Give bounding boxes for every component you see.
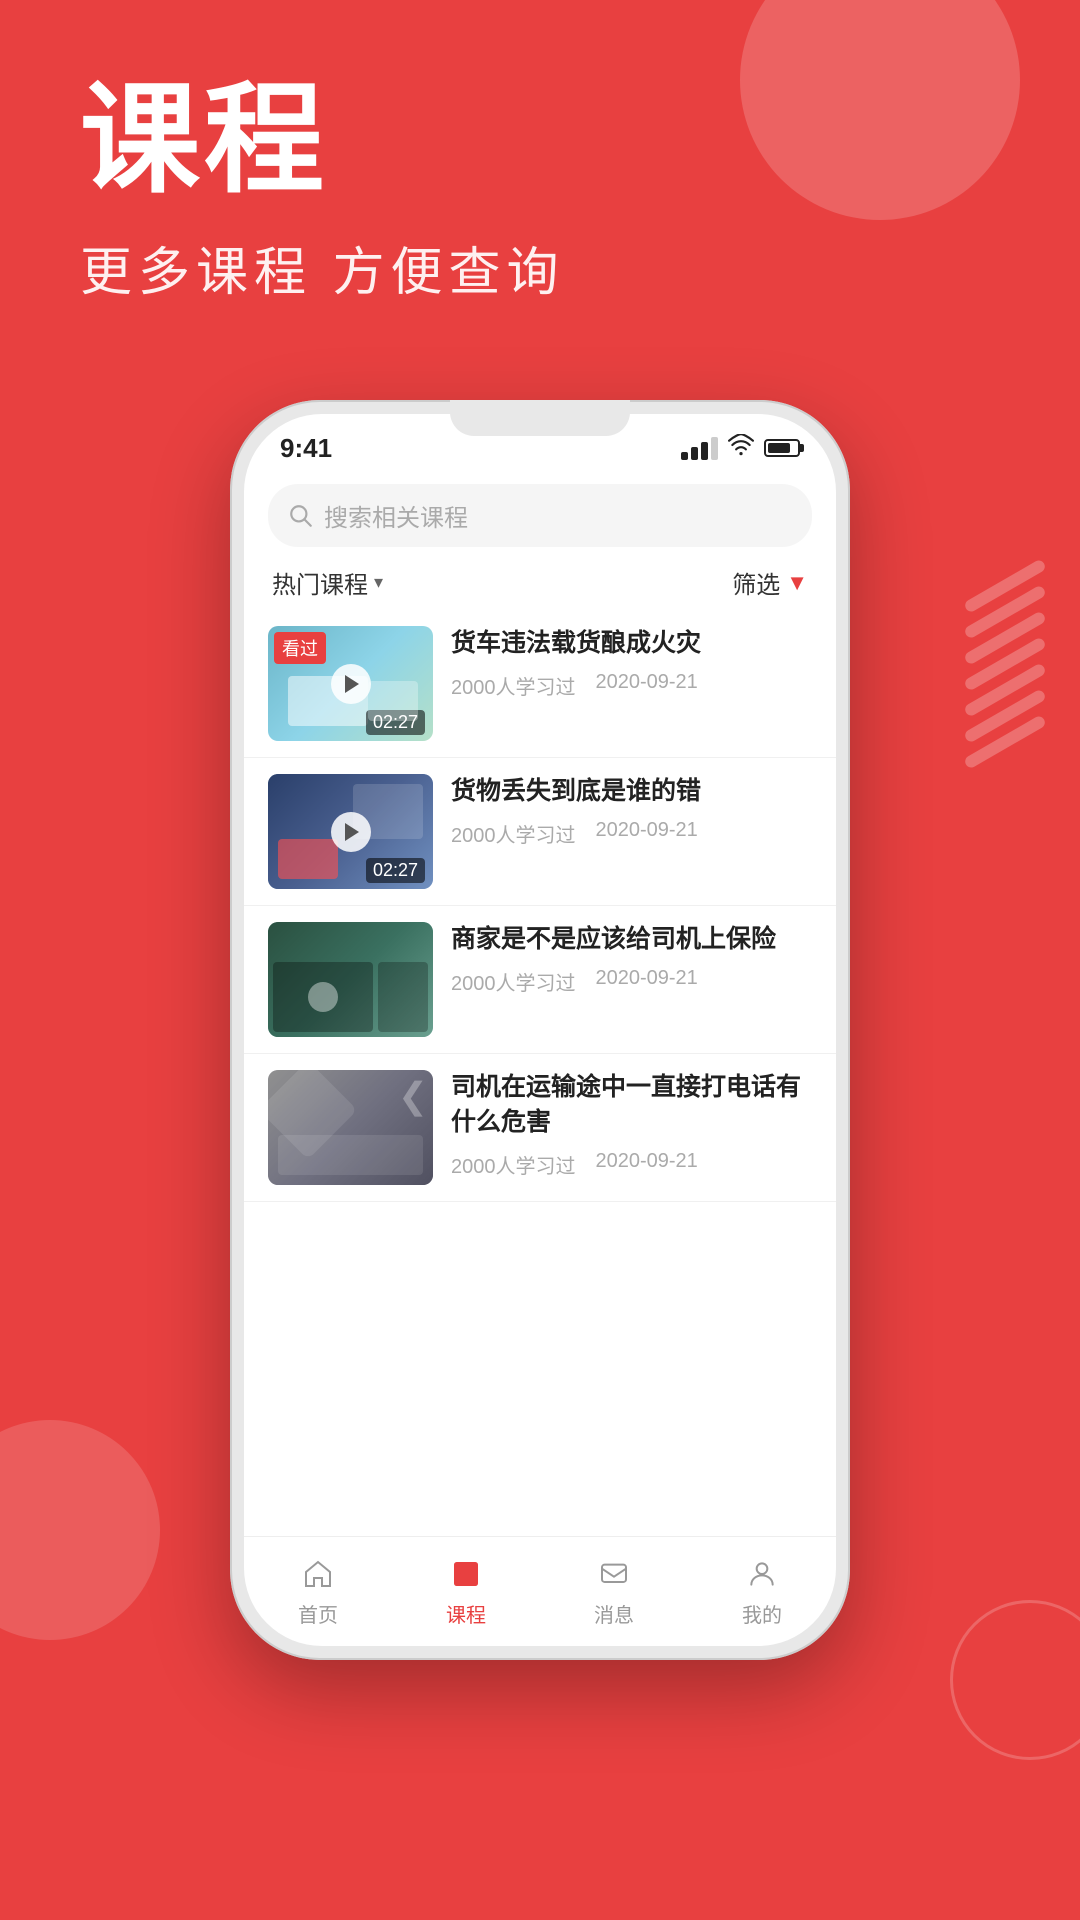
- course-meta-1: 2000人学习过 2020-09-21: [451, 671, 812, 700]
- status-time: 9:41: [280, 433, 332, 464]
- nav-item-message[interactable]: 消息: [540, 1555, 688, 1628]
- bg-circle-top-right: [740, 0, 1020, 220]
- course-meta-4: 2000人学习过 2020-09-21: [451, 1150, 812, 1179]
- course-title-2: 货物丢失到底是谁的错: [451, 774, 812, 809]
- duration-badge-1: 02:27: [366, 710, 425, 735]
- course-meta-3: 2000人学习过 2020-09-21: [451, 967, 812, 996]
- course-title-3: 商家是不是应该给司机上保险: [451, 922, 812, 957]
- nav-item-mine[interactable]: 我的: [688, 1555, 836, 1628]
- page-title: 课程: [80, 80, 564, 200]
- phone-notch: [450, 400, 630, 436]
- nav-label-home: 首页: [298, 1599, 338, 1628]
- course-item-1[interactable]: 看过 02:27 货车违法载货酿成火灾 2000人学习过 2020-09-21: [244, 610, 836, 758]
- search-placeholder: 搜索相关课程: [324, 498, 468, 533]
- learner-count-1: 2000人学习过: [451, 671, 576, 700]
- course-thumbnail-3: [268, 922, 433, 1037]
- filter-label: 筛选: [732, 565, 780, 600]
- nav-item-course[interactable]: 课程: [392, 1555, 540, 1628]
- nav-label-course: 课程: [446, 1599, 486, 1628]
- watched-badge: 看过: [274, 632, 326, 664]
- mine-icon: [743, 1555, 781, 1593]
- nav-label-message: 消息: [594, 1599, 634, 1628]
- course-info-1: 货车违法载货酿成火灾 2000人学习过 2020-09-21: [433, 626, 812, 700]
- category-filter[interactable]: 热门课程 ▾: [272, 565, 383, 600]
- course-item-4[interactable]: ❮ 司机在运输途中一直接打电话有什么危害 2000人学习过 2020-09-21: [244, 1054, 836, 1202]
- course-info-4: 司机在运输途中一直接打电话有什么危害 2000人学习过 2020-09-21: [433, 1070, 812, 1179]
- course-date-1: 2020-09-21: [596, 671, 698, 700]
- course-date-3: 2020-09-21: [596, 967, 698, 996]
- duration-badge-2: 02:27: [366, 858, 425, 883]
- course-thumbnail-2: 02:27: [268, 774, 433, 889]
- bg-circle-bottom-left: [0, 1420, 160, 1640]
- course-item-2[interactable]: 02:27 货物丢失到底是谁的错 2000人学习过 2020-09-21: [244, 758, 836, 906]
- filter-button[interactable]: 筛选 ▼: [732, 565, 808, 600]
- course-list: 看过 02:27 货车违法载货酿成火灾 2000人学习过 2020-09-21: [244, 610, 836, 1536]
- phone-outer: 9:41: [230, 400, 850, 1660]
- course-info-3: 商家是不是应该给司机上保险 2000人学习过 2020-09-21: [433, 922, 812, 996]
- filter-row: 热门课程 ▾ 筛选 ▼: [244, 547, 836, 610]
- course-meta-2: 2000人学习过 2020-09-21: [451, 819, 812, 848]
- dropdown-arrow-icon: ▾: [374, 572, 383, 593]
- category-label: 热门课程: [272, 565, 368, 600]
- signal-icon: [681, 437, 718, 460]
- page-subtitle: 更多课程 方便查询: [80, 230, 564, 305]
- bg-circle-bottom-right: [950, 1600, 1080, 1760]
- course-thumbnail-1: 看过 02:27: [268, 626, 433, 741]
- course-title-4: 司机在运输途中一直接打电话有什么危害: [451, 1070, 812, 1140]
- nav-label-mine: 我的: [742, 1599, 782, 1628]
- course-item-3[interactable]: 商家是不是应该给司机上保险 2000人学习过 2020-09-21: [244, 906, 836, 1054]
- search-icon: [288, 503, 314, 529]
- course-thumbnail-4: ❮: [268, 1070, 433, 1185]
- message-icon: [595, 1555, 633, 1593]
- home-icon: [299, 1555, 337, 1593]
- course-title-1: 货车违法载货酿成火灾: [451, 626, 812, 661]
- play-button-1[interactable]: [331, 664, 371, 704]
- status-icons: [681, 434, 800, 462]
- bottom-nav: 首页 课程: [244, 1536, 836, 1646]
- bg-decorative-lines: [960, 580, 1050, 740]
- course-date-4: 2020-09-21: [596, 1150, 698, 1179]
- learner-count-3: 2000人学习过: [451, 967, 576, 996]
- nav-item-home[interactable]: 首页: [244, 1555, 392, 1628]
- learner-count-4: 2000人学习过: [451, 1150, 576, 1179]
- phone-screen: 9:41: [244, 414, 836, 1646]
- course-icon: [447, 1555, 485, 1593]
- filter-icon: ▼: [786, 570, 808, 596]
- search-bar[interactable]: 搜索相关课程: [268, 484, 812, 547]
- course-date-2: 2020-09-21: [596, 819, 698, 848]
- learner-count-2: 2000人学习过: [451, 819, 576, 848]
- wifi-icon: [728, 434, 754, 462]
- course-info-2: 货物丢失到底是谁的错 2000人学习过 2020-09-21: [433, 774, 812, 848]
- phone-mockup: 9:41: [230, 400, 850, 1660]
- battery-icon: [764, 439, 800, 457]
- play-button-2[interactable]: [331, 812, 371, 852]
- header-section: 课程 更多课程 方便查询: [80, 80, 564, 305]
